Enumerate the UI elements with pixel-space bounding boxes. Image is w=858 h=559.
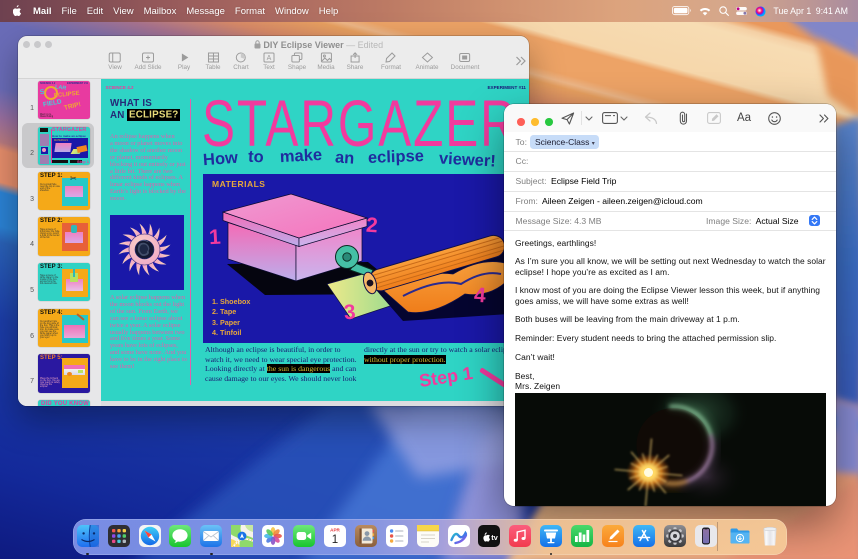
svg-text:APR: APR: [330, 527, 340, 532]
svg-text:1: 1: [332, 534, 338, 546]
svg-text:A: A: [267, 55, 272, 62]
svg-text:tv: tv: [492, 533, 499, 542]
